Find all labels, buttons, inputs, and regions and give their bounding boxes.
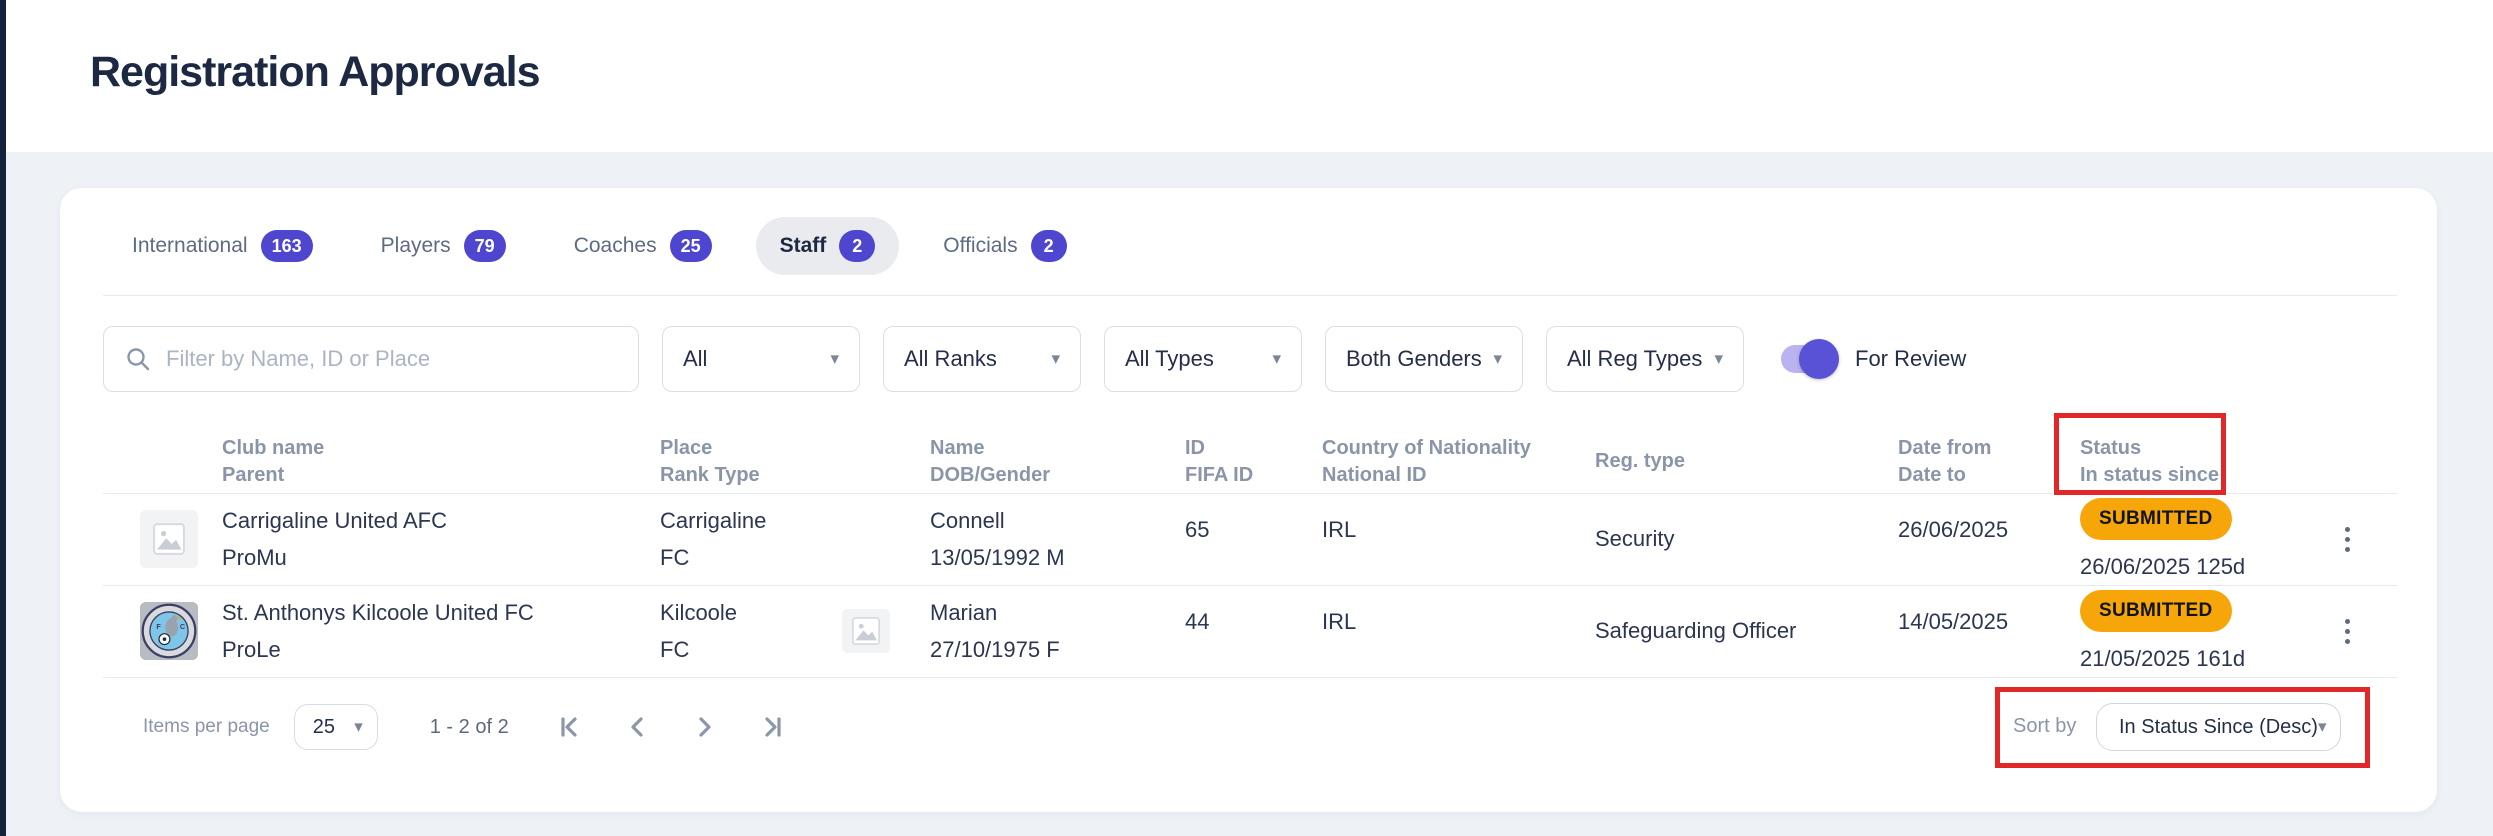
filter-dropdown-types[interactable]: All Types ▾ — [1104, 326, 1302, 392]
chevron-down-icon: ▾ — [1272, 349, 1281, 369]
tab-international[interactable]: International 163 — [108, 217, 337, 275]
tab-players[interactable]: Players 79 — [357, 217, 530, 275]
filter-dropdown-reg-types[interactable]: All Reg Types ▾ — [1546, 326, 1744, 392]
filter-bar: All ▾ All Ranks ▾ All Types ▾ Both Gende… — [103, 326, 1966, 392]
tab-count-badge: 25 — [670, 230, 712, 262]
tab-label: Officials — [943, 234, 1017, 258]
tabs-divider — [103, 295, 2397, 296]
cell-date-from: 26/06/2025 — [1898, 493, 2008, 585]
chevron-down-icon: ▾ — [1493, 349, 1502, 369]
tab-label: International — [132, 234, 248, 258]
cell-place: CarrigalineFC — [660, 493, 766, 585]
chevron-down-icon: ▾ — [354, 717, 363, 737]
col-header-country: Country of NationalityNational ID — [1322, 435, 1531, 489]
in-status-since: 26/06/2025 125d — [2080, 554, 2245, 580]
for-review-toggle[interactable] — [1781, 345, 1835, 373]
dropdown-value: All Types — [1125, 346, 1214, 372]
cell-club: Carrigaline United AFCProMu — [222, 493, 447, 585]
cell-reg-type: Security — [1595, 493, 1674, 585]
svg-text:C: C — [180, 622, 186, 631]
person-photo-placeholder-icon — [842, 609, 890, 653]
club-crest-image: F C — [140, 602, 198, 660]
col-header-club: Club nameParent — [222, 435, 324, 489]
tab-staff[interactable]: Staff 2 — [756, 217, 900, 275]
toggle-knob — [1799, 339, 1839, 379]
filter-dropdown-ranks[interactable]: All Ranks ▾ — [883, 326, 1081, 392]
for-review-label: For Review — [1855, 346, 1966, 372]
tab-label: Players — [381, 234, 451, 258]
tab-officials[interactable]: Officials 2 — [919, 217, 1090, 275]
items-per-page-value: 25 — [313, 716, 335, 739]
svg-text:F: F — [156, 622, 161, 631]
tab-count-badge: 163 — [261, 230, 313, 262]
col-header-place: PlaceRank Type — [660, 435, 760, 489]
col-header-name: NameDOB/Gender — [930, 435, 1050, 489]
cell-club: St. Anthonys Kilcoole United FCProLe — [222, 585, 534, 677]
cell-name: Connell13/05/1992 M — [930, 493, 1065, 585]
last-page-button[interactable] — [751, 705, 795, 749]
tab-count-badge: 2 — [1031, 230, 1067, 262]
col-header-id: IDFIFA ID — [1185, 435, 1253, 489]
cell-place: KilcooleFC — [660, 585, 737, 677]
pagination-bar: Items per page 25 ▾ 1 - 2 of 2 — [143, 699, 795, 755]
club-logo-placeholder-icon — [140, 510, 198, 568]
tab-coaches[interactable]: Coaches 25 — [550, 217, 736, 275]
approvals-card: International 163 Players 79 Coaches 25 … — [60, 188, 2437, 812]
chevron-down-icon: ▾ — [1051, 349, 1060, 369]
cell-country: IRL — [1322, 585, 1356, 677]
chevron-down-icon: ▾ — [1714, 349, 1723, 369]
first-page-button[interactable] — [547, 705, 591, 749]
cell-country: IRL — [1322, 493, 1356, 585]
items-per-page-select[interactable]: 25 ▾ — [294, 704, 378, 750]
tab-label: Coaches — [574, 234, 657, 258]
col-header-status: StatusIn status since — [2080, 435, 2219, 489]
in-status-since: 21/05/2025 161d — [2080, 646, 2245, 672]
cell-status: SUBMITTED 21/05/2025 161d — [2080, 585, 2245, 677]
row-menu-kebab-icon[interactable] — [2332, 493, 2362, 585]
row-menu-kebab-icon[interactable] — [2332, 585, 2362, 677]
table-row[interactable]: Carrigaline United AFCProMu CarrigalineF… — [60, 493, 2437, 585]
next-page-button[interactable] — [683, 705, 727, 749]
chevron-down-icon: ▾ — [830, 349, 839, 369]
cell-date-from: 14/05/2025 — [1898, 585, 2008, 677]
tab-count-badge: 2 — [839, 230, 875, 262]
search-icon — [125, 346, 151, 372]
table-bottom-divider — [103, 677, 2397, 678]
page-header: Registration Approvals — [6, 0, 2493, 152]
col-header-reg-type: Reg. type — [1595, 448, 1685, 475]
page-title: Registration Approvals — [90, 48, 540, 97]
search-input[interactable] — [166, 346, 617, 372]
for-review-control: For Review — [1781, 345, 1966, 373]
tab-bar: International 163 Players 79 Coaches 25 … — [108, 217, 1091, 275]
status-badge: SUBMITTED — [2080, 590, 2232, 632]
filter-dropdown-all[interactable]: All ▾ — [662, 326, 860, 392]
tab-count-badge: 79 — [464, 230, 506, 262]
cell-id: 44 — [1185, 585, 1209, 677]
chevron-down-icon: ▾ — [2318, 717, 2327, 737]
col-header-date: Date fromDate to — [1898, 435, 1991, 489]
status-badge: SUBMITTED — [2080, 498, 2232, 540]
sort-by-label: Sort by — [2013, 715, 2076, 738]
dropdown-value: Both Genders — [1346, 346, 1482, 372]
cell-id: 65 — [1185, 493, 1209, 585]
items-per-page-label: Items per page — [143, 716, 270, 738]
dropdown-value: All Reg Types — [1567, 346, 1702, 372]
cell-reg-type: Safeguarding Officer — [1595, 585, 1796, 677]
dropdown-value: All — [683, 346, 707, 372]
tab-label: Staff — [780, 234, 827, 258]
previous-page-button[interactable] — [615, 705, 659, 749]
cell-status: SUBMITTED 26/06/2025 125d — [2080, 493, 2245, 585]
sort-by-value: In Status Since (Desc) — [2119, 716, 2318, 739]
search-box[interactable] — [103, 326, 639, 392]
pagination-range: 1 - 2 of 2 — [430, 716, 509, 739]
table-row[interactable]: F C St. Anthonys Kilcoole United FCProLe… — [60, 585, 2437, 677]
dropdown-value: All Ranks — [904, 346, 997, 372]
sort-by-dropdown[interactable]: In Status Since (Desc) ▾ — [2096, 703, 2341, 751]
cell-name: Marian27/10/1975 F — [930, 585, 1060, 677]
filter-dropdown-genders[interactable]: Both Genders ▾ — [1325, 326, 1523, 392]
